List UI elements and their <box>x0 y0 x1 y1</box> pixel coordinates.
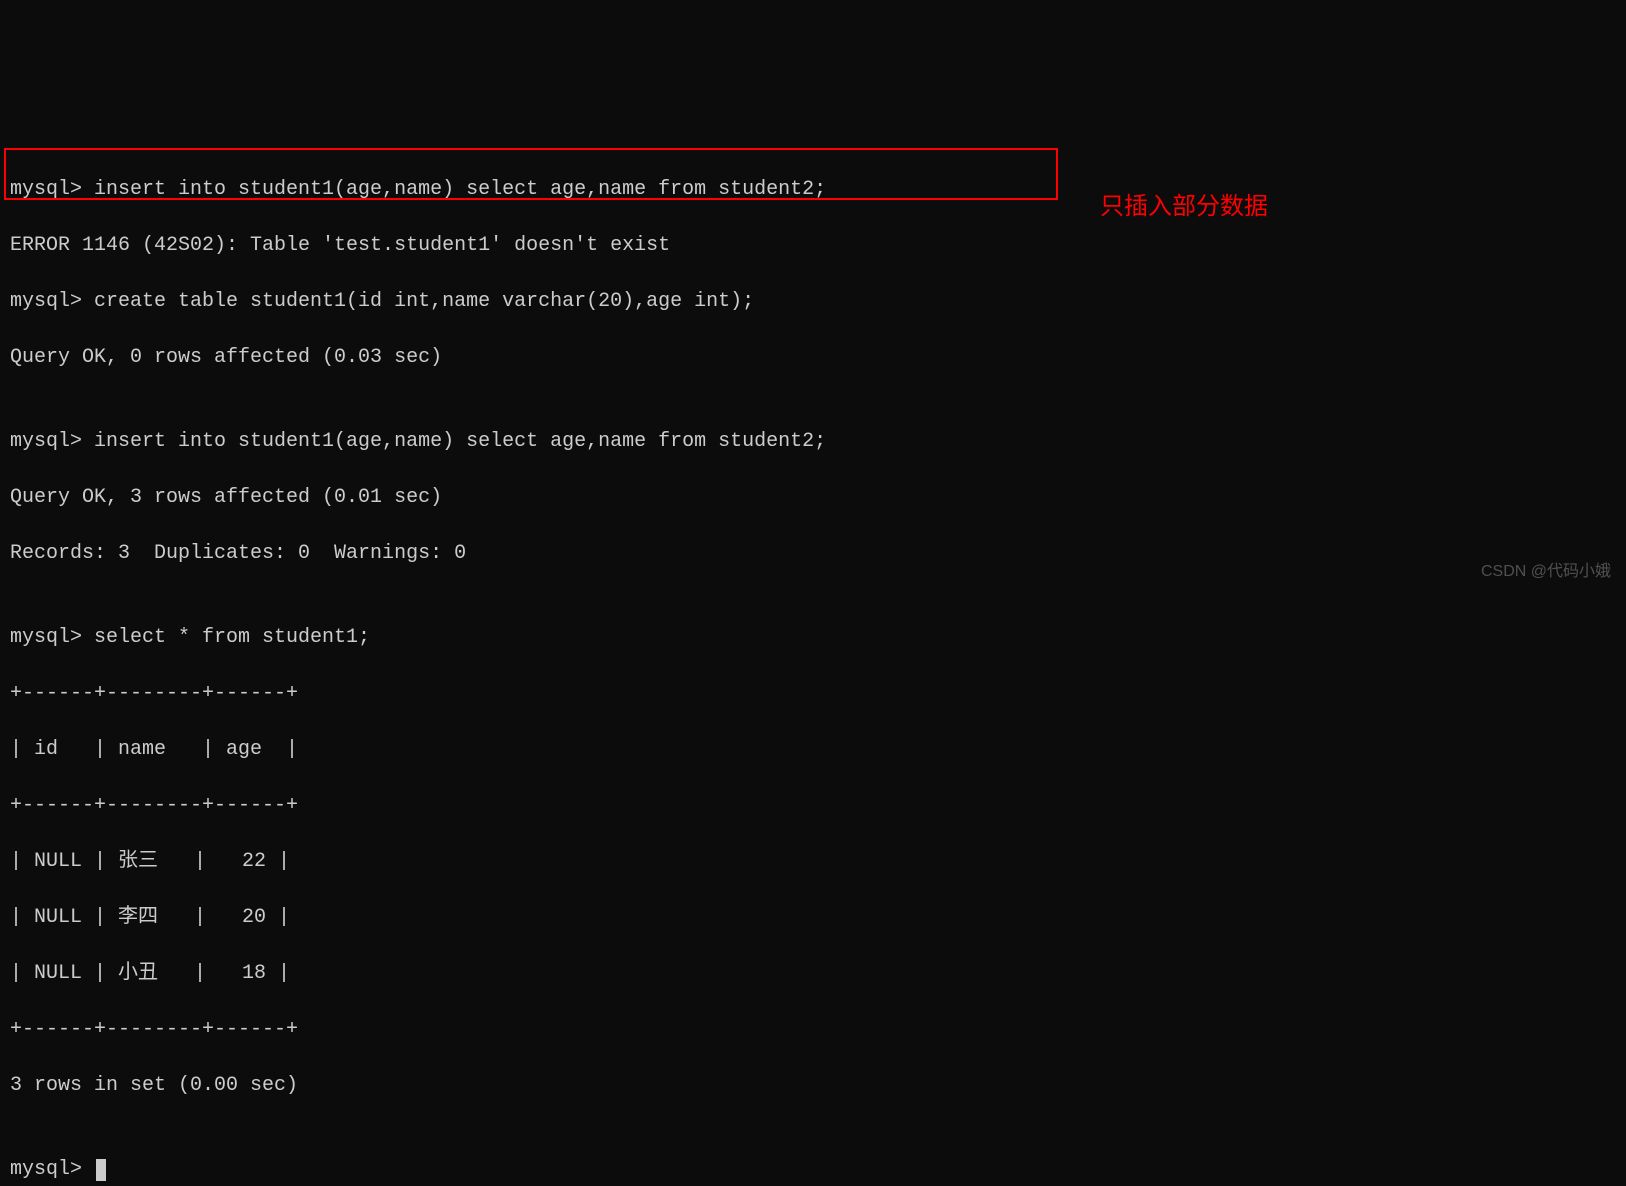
terminal-line: | NULL | 李四 | 20 | <box>10 904 1616 932</box>
terminal-line: | id | name | age | <box>10 736 1616 764</box>
terminal-prompt: mysql> <box>10 1158 94 1181</box>
terminal-line: mysql> insert into student1(age,name) se… <box>10 176 1616 204</box>
terminal-prompt-line: mysql> <box>10 1156 1616 1184</box>
terminal-line: | NULL | 小丑 | 18 | <box>10 960 1616 988</box>
cursor-icon <box>96 1159 106 1181</box>
terminal-line: +------+--------+------+ <box>10 792 1616 820</box>
watermark-text: CSDN @代码小娥 <box>1481 561 1611 583</box>
terminal-line: mysql> insert into student1(age,name) se… <box>10 428 1616 456</box>
terminal-output[interactable]: mysql> insert into student1(age,name) se… <box>0 112 1626 1186</box>
terminal-line: +------+--------+------+ <box>10 1016 1616 1044</box>
terminal-line: Query OK, 3 rows affected (0.01 sec) <box>10 484 1616 512</box>
terminal-line: mysql> create table student1(id int,name… <box>10 288 1616 316</box>
terminal-line: Query OK, 0 rows affected (0.03 sec) <box>10 344 1616 372</box>
terminal-line: mysql> select * from student1; <box>10 624 1616 652</box>
terminal-line: +------+--------+------+ <box>10 680 1616 708</box>
terminal-line: ERROR 1146 (42S02): Table 'test.student1… <box>10 232 1616 260</box>
annotation-text: 只插入部分数据 <box>1100 190 1268 224</box>
terminal-line: Records: 3 Duplicates: 0 Warnings: 0 <box>10 540 1616 568</box>
terminal-line: 3 rows in set (0.00 sec) <box>10 1072 1616 1100</box>
terminal-line: | NULL | 张三 | 22 | <box>10 848 1616 876</box>
